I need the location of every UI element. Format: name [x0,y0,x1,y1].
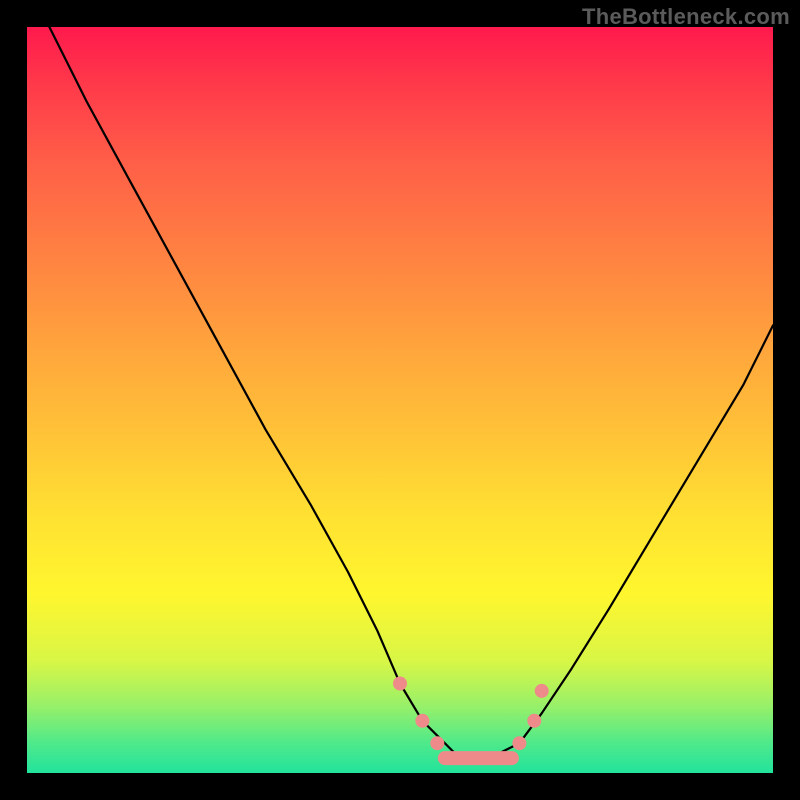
marker-dot [535,684,549,698]
marker-dots [393,677,549,751]
marker-dot [430,736,444,750]
plot-area [27,27,773,773]
marker-dot [527,714,541,728]
bottleneck-curve [49,27,773,758]
marker-dot [512,736,526,750]
marker-dot [415,714,429,728]
marker-dot [393,677,407,691]
curve-svg [27,27,773,773]
chart-stage: TheBottleneck.com [0,0,800,800]
